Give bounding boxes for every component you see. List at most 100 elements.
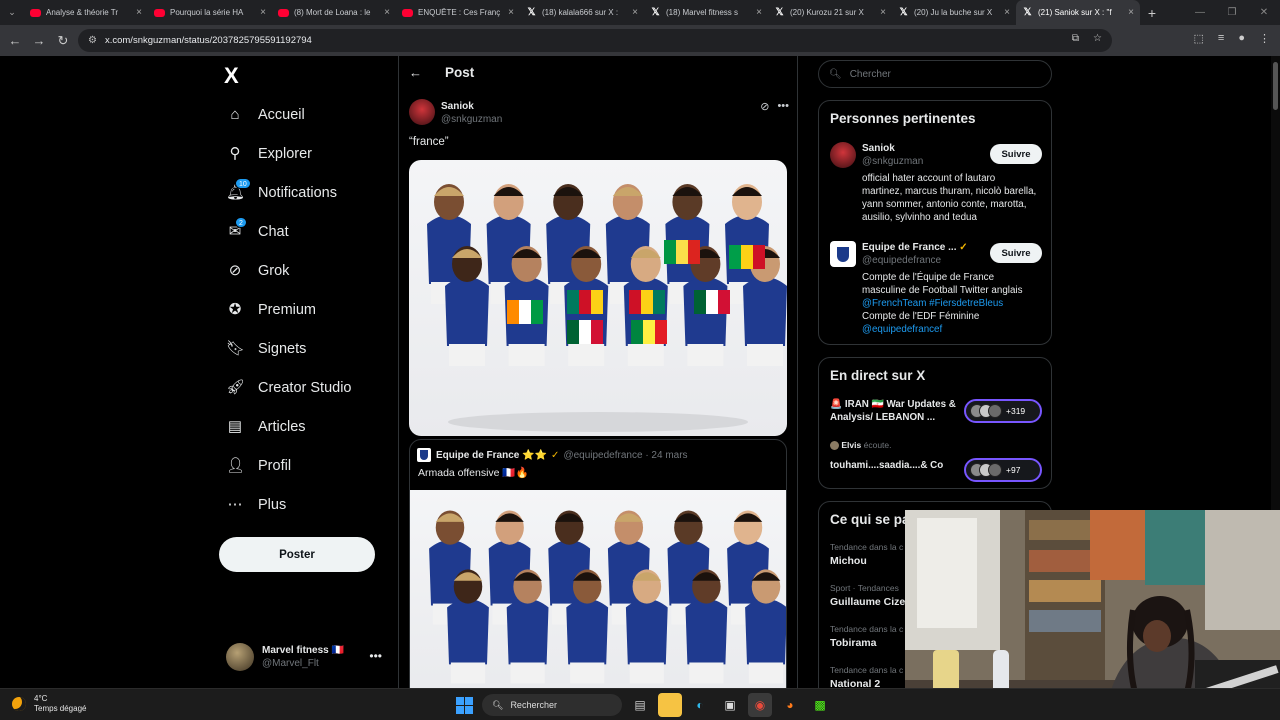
- tab-search-chevron-icon[interactable]: ⌄: [0, 0, 24, 25]
- bio-line: Compte de l'Équipe de France masculine d…: [862, 272, 1023, 296]
- browser-tab[interactable]: (8) Mort de Loana : le ×: [272, 0, 396, 25]
- nav-item-profil[interactable]: 👤︎ Profil: [226, 451, 291, 481]
- person-equipe-de-france[interactable]: Equipe de France ... ✓ @equipedefrance S…: [830, 241, 1042, 341]
- listener-name: Elvis: [841, 440, 862, 450]
- follow-button[interactable]: Suivre: [990, 243, 1042, 263]
- relevant-people-title: Personnes pertinentes: [830, 111, 976, 126]
- flag-sticker: [507, 300, 543, 324]
- close-tab-icon[interactable]: ×: [260, 7, 266, 18]
- fff-logo-icon: [417, 448, 431, 462]
- nav-item-grok[interactable]: ⊘ Grok: [226, 256, 290, 286]
- browser-tab[interactable]: 𝕏 (20) Kurozu 21 sur X ×: [768, 0, 892, 25]
- tweet-photo[interactable]: [409, 160, 787, 436]
- browser-tab[interactable]: 𝕏 (18) kalala666 sur X : ×: [520, 0, 644, 25]
- extensions-icon[interactable]: ⬚: [1194, 32, 1204, 45]
- tweet-author-handle[interactable]: @snkguzman: [441, 113, 502, 126]
- tweet-more-icon[interactable]: •••: [777, 100, 789, 113]
- live-listeners-pill[interactable]: +319: [964, 399, 1042, 423]
- windows-taskbar: 4°C Temps dégagé 🔍︎ Rechercher ▤ ◐ ▣ ◉ ◕…: [0, 688, 1280, 720]
- store-icon[interactable]: ▣: [718, 693, 742, 717]
- search-input[interactable]: 🔍︎ Chercher: [818, 60, 1052, 88]
- live-listeners-pill[interactable]: +97: [964, 458, 1042, 482]
- quote-photo[interactable]: [410, 490, 786, 688]
- scrollbar-thumb[interactable]: [1273, 62, 1278, 110]
- browser-menu-icon[interactable]: ⋮: [1259, 32, 1270, 45]
- file-explorer-icon[interactable]: [658, 693, 682, 717]
- chrome-icon[interactable]: ◉: [748, 693, 772, 717]
- back-arrow-icon[interactable]: ←: [3, 33, 27, 48]
- nav-item-plus[interactable]: ⋯ Plus: [226, 490, 287, 520]
- x-icon: 𝕏: [527, 7, 536, 18]
- x-icon: 𝕏: [775, 7, 784, 18]
- account-switcher[interactable]: Marvel fitness 🇫🇷 @Marvel_Flt •••: [226, 641, 396, 673]
- back-arrow-icon[interactable]: ←: [409, 65, 423, 80]
- tweet-author-name[interactable]: Saniok: [441, 100, 502, 113]
- account-more-icon[interactable]: •••: [369, 649, 382, 663]
- post-button[interactable]: Poster: [219, 537, 375, 572]
- person-saniok[interactable]: Saniok @snkguzman Suivre official hater …: [830, 142, 1042, 223]
- bookmark-star-icon[interactable]: ☆: [1093, 33, 1102, 44]
- taskbar-search[interactable]: 🔍︎ Rechercher: [482, 694, 622, 716]
- close-tab-icon[interactable]: ×: [1128, 7, 1134, 18]
- task-view-icon[interactable]: ▤: [628, 693, 652, 717]
- bio-links[interactable]: @FrenchTeam #FiersdetreBleus: [862, 297, 1040, 310]
- nav-item-accueil[interactable]: ⌂ Accueil: [226, 100, 304, 130]
- browser-tab[interactable]: Analyse & théorie Tr ×: [24, 0, 148, 25]
- youtube-icon: [30, 7, 41, 18]
- moon-icon: [12, 697, 26, 711]
- nav-item-signets[interactable]: 🔖︎ Signets: [226, 334, 306, 364]
- temperature: 4°C: [34, 694, 48, 703]
- browser-tab[interactable]: Pourquoi la série HA ×: [148, 0, 272, 25]
- close-tab-icon[interactable]: ×: [508, 7, 514, 18]
- close-tab-icon[interactable]: ×: [1004, 7, 1010, 18]
- browser-tab[interactable]: ENQUÊTE : Ces Franç ×: [396, 0, 520, 25]
- close-tab-icon[interactable]: ×: [384, 7, 390, 18]
- quote-author-handle: @equipedefrance · 24 mars: [563, 449, 688, 461]
- nav-item-premium[interactable]: ✪ Premium: [226, 295, 316, 325]
- bio-link[interactable]: @equipedefrancef: [862, 323, 1040, 336]
- nav-item-notifications[interactable]: 🔔︎ 10 Notifications: [226, 178, 337, 208]
- edge-icon[interactable]: ◐: [688, 693, 712, 717]
- maximize-icon[interactable]: ❐: [1216, 7, 1248, 18]
- live-item[interactable]: Elvis écoute. touhami....saadia....& Co …: [830, 440, 1042, 482]
- live-item[interactable]: 🚨 IRAN 🇮🇷 War Updates & Analysis/ LEBANO…: [830, 398, 1042, 428]
- youtube-icon: [278, 7, 289, 18]
- forward-arrow-icon[interactable]: →: [27, 33, 51, 48]
- firefox-icon[interactable]: ◕: [778, 693, 802, 717]
- quoted-tweet[interactable]: Equipe de France ⭐⭐ ✓ @equipedefrance · …: [409, 439, 787, 688]
- reload-icon[interactable]: ↻: [51, 33, 75, 49]
- minimize-icon[interactable]: —: [1184, 7, 1216, 18]
- site-settings-icon[interactable]: ⚙: [88, 35, 97, 46]
- nav-item-articles[interactable]: ▤ Articles: [226, 412, 306, 442]
- kick-icon[interactable]: ▩: [808, 693, 832, 717]
- nav-item-label: Chat: [258, 224, 289, 240]
- close-tab-icon[interactable]: ×: [880, 7, 886, 18]
- left-navigation: X ⌂ Accueil ⚲ Explorer 🔔︎ 10 Notifications ✉ 2 Ch…: [218, 56, 398, 688]
- x-logo-icon[interactable]: X: [224, 64, 248, 88]
- start-windows-icon[interactable]: [452, 693, 476, 717]
- close-tab-icon[interactable]: ×: [756, 7, 762, 18]
- close-tab-icon[interactable]: ×: [136, 7, 142, 18]
- browser-tab[interactable]: 𝕏 (20) Ju la buche sur X ×: [892, 0, 1016, 25]
- rocket-icon: 🚀︎: [226, 379, 246, 396]
- nav-item-chat[interactable]: ✉ 2 Chat: [226, 217, 289, 247]
- bell-icon: 🔔︎ 10: [226, 178, 251, 202]
- tab-title: (8) Mort de Loana : le: [294, 8, 371, 17]
- profile-icon[interactable]: ●: [1238, 32, 1245, 45]
- new-tab-button[interactable]: +: [1140, 5, 1164, 21]
- tweet-author-avatar[interactable]: [409, 99, 435, 125]
- mail-icon: ✉ 2: [226, 217, 247, 241]
- weather-widget[interactable]: 4°C Temps dégagé: [12, 694, 86, 714]
- browser-tab[interactable]: 𝕏 (21) Saniok sur X : "f ×: [1016, 0, 1140, 25]
- close-tab-icon[interactable]: ×: [632, 7, 638, 18]
- nav-item-explorer[interactable]: ⚲ Explorer: [226, 139, 313, 169]
- browser-tab[interactable]: 𝕏 (18) Marvel fitness s ×: [644, 0, 768, 25]
- listener-avatar: [988, 404, 1002, 418]
- follow-button[interactable]: Suivre: [990, 144, 1042, 164]
- media-icon[interactable]: ≡: [1218, 32, 1224, 45]
- install-app-icon[interactable]: ⧉: [1072, 33, 1079, 44]
- nav-item-creator-studio[interactable]: 🚀︎ Creator Studio: [226, 373, 352, 403]
- grok-icon[interactable]: ⊘: [760, 100, 769, 113]
- address-bar[interactable]: ⚙ x.com/snkguzman/status/203782579559119…: [78, 29, 1112, 52]
- close-window-icon[interactable]: ✕: [1248, 7, 1280, 18]
